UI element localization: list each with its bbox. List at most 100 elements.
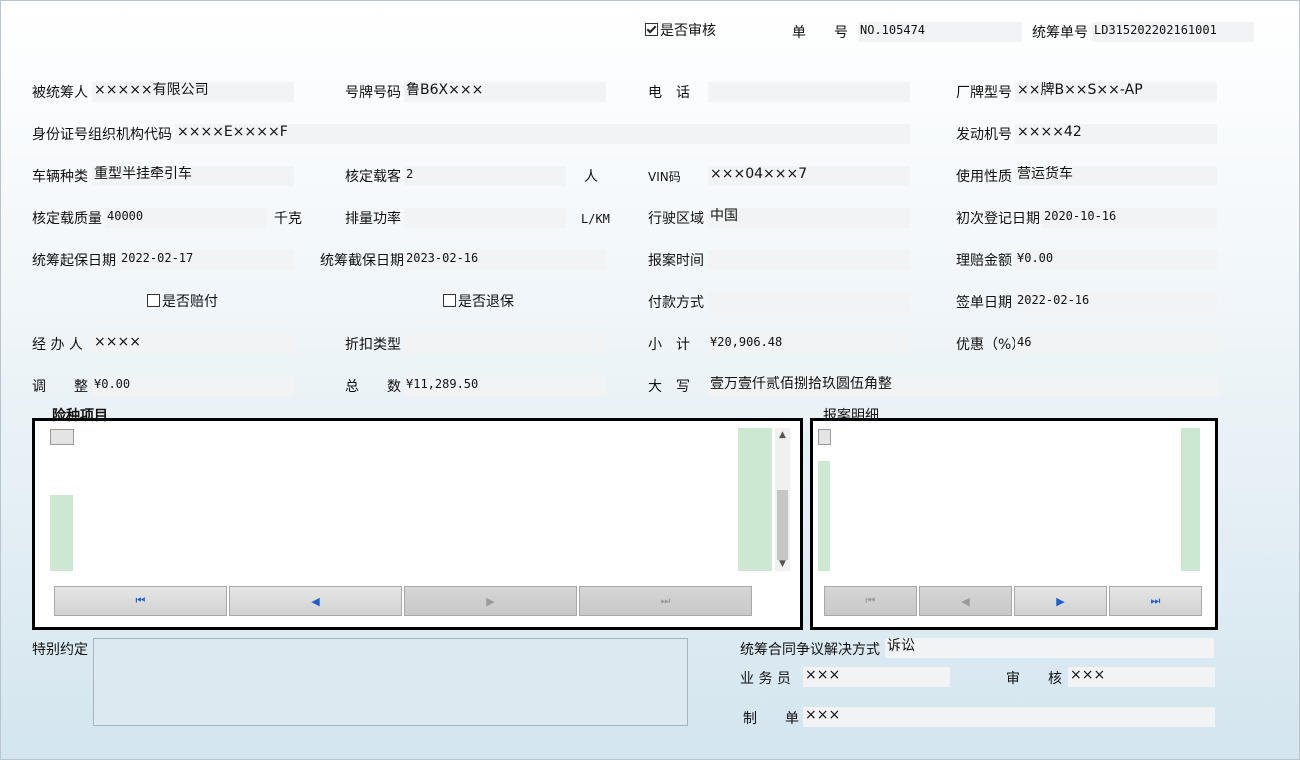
salesman-label: 业 务 员 [740,671,791,687]
next-record-icon: ▶ [486,594,495,608]
coverage-next-button[interactable]: ▶ [404,586,577,616]
grid-column-highlight [738,428,772,571]
sign-date-field[interactable]: 2022-02-16 [1015,292,1217,312]
pool-no-label: 统筹单号 [1032,25,1088,41]
maker-label: 制 单 [743,711,799,727]
coverage-last-button[interactable]: ⏭ [579,586,752,616]
region-label: 行驶区域 [648,211,704,227]
claims-first-button[interactable]: ⏮ [824,586,917,616]
total-label: 总 数 [345,379,401,395]
first-reg-label: 初次登记日期 [956,211,1040,227]
insured-field[interactable]: ×××××有限公司 [92,82,294,102]
paid-checkbox[interactable]: 是否赔付 [147,293,218,311]
claims-panel: ⏮ ◀ ▶ ⏭ [810,418,1218,630]
end-date-field[interactable]: 2023-02-16 [404,250,606,270]
discount-field[interactable]: 46 [1015,334,1217,354]
checkbox-checked-icon [645,23,658,36]
capital-label: 大 写 [648,379,690,395]
grid-corner-button[interactable] [818,429,831,445]
special-terms-textarea[interactable] [93,638,688,726]
displacement-field[interactable] [404,208,566,228]
policy-no-label: 单 号 [792,25,848,41]
policy-no-field[interactable]: NO.105474 [858,22,1022,42]
scroll-up-icon[interactable]: ▲ [775,428,790,442]
auditor-field[interactable]: ××× [1068,667,1215,687]
scroll-down-icon[interactable]: ▼ [775,557,790,571]
displacement-label: 排量功率 [345,211,401,227]
claims-last-button[interactable]: ⏭ [1109,586,1202,616]
first-record-icon: ⏮ [135,594,146,607]
first-reg-field[interactable]: 2020-10-16 [1042,208,1217,228]
maker-field[interactable]: ××× [803,707,1215,727]
grid-column-highlight [1181,428,1200,571]
grid-row-header [50,495,73,571]
start-date-field[interactable]: 2022-02-17 [119,250,294,270]
claim-amount-label: 理赔金额 [956,253,1012,269]
load-field[interactable]: 40000 [105,208,267,228]
handler-field[interactable]: ×××× [92,334,294,354]
total-field[interactable]: ¥11,289.50 [404,376,606,396]
plate-field[interactable]: 鲁B6X××× [404,82,606,102]
engine-field[interactable]: ××××42 [1015,124,1217,144]
coverage-vertical-scrollbar[interactable]: ▲ ▼ [775,428,790,571]
phone-field[interactable] [708,82,910,102]
refund-checkbox-label: 是否退保 [458,294,514,310]
subtotal-field[interactable]: ¥20,906.48 [708,334,910,354]
region-field[interactable]: 中国 [708,208,910,228]
usage-field[interactable]: 营运货车 [1015,166,1217,186]
checkbox-unchecked-icon [443,294,456,307]
start-date-label: 统筹起保日期 [32,253,116,269]
payment-label: 付款方式 [648,295,704,311]
report-time-label: 报案时间 [648,253,704,269]
last-record-icon: ⏭ [660,594,671,607]
vin-field[interactable]: ×××04×××7 [708,166,910,186]
first-record-icon: ⏮ [865,594,876,607]
capital-field[interactable]: 壹万壹仟贰佰捌拾玖圆伍角整 [708,376,1218,396]
last-record-icon: ⏭ [1150,594,1161,607]
displacement-unit: L/KM [581,212,610,226]
refund-checkbox[interactable]: 是否退保 [443,293,514,311]
end-date-label: 统筹截保日期 [320,253,404,269]
coverage-panel-title: 险种项目 [52,408,108,424]
report-time-field[interactable] [708,250,910,270]
subtotal-label: 小 计 [648,337,690,353]
paid-checkbox-label: 是否赔付 [162,294,218,310]
claims-prev-button[interactable]: ◀ [919,586,1012,616]
handler-label: 经 办 人 [32,337,83,353]
id-field[interactable]: ××××E××××F [175,124,910,144]
auditor-label: 审 核 [1006,671,1062,687]
claims-panel-title: 报案明细 [823,408,879,424]
plate-label: 号牌号码 [345,85,401,101]
claim-amount-field[interactable]: ¥0.00 [1015,250,1217,270]
coverage-panel: ▲ ▼ ⏮ ◀ ▶ ⏭ [32,418,803,630]
salesman-field[interactable]: ××× [803,667,950,687]
next-record-icon: ▶ [1056,594,1065,608]
grid-corner-button[interactable] [50,429,74,445]
usage-label: 使用性质 [956,169,1012,185]
prev-record-icon: ◀ [311,594,320,608]
seats-field[interactable]: 2 [404,166,566,186]
audit-checkbox-label: 是否审核 [660,23,716,39]
pool-no-field[interactable]: LD315202202161001 [1092,22,1254,42]
vehicle-type-label: 车辆种类 [32,169,88,185]
seats-label: 核定载客 [345,169,401,185]
checkbox-unchecked-icon [147,294,160,307]
vehicle-type-field[interactable]: 重型半挂牵引车 [92,166,294,186]
adjust-field[interactable]: ¥0.00 [92,376,294,396]
brand-field[interactable]: ××牌B××S××-AP [1015,82,1217,102]
coverage-prev-button[interactable]: ◀ [229,586,402,616]
dispute-field[interactable]: 诉讼 [885,638,1214,658]
coverage-first-button[interactable]: ⏮ [54,586,227,616]
id-label: 身份证号组织机构代码 [32,127,172,143]
claims-next-button[interactable]: ▶ [1014,586,1107,616]
discount-type-label: 折扣类型 [345,337,401,353]
adjust-label: 调 整 [32,379,88,395]
special-terms-label: 特别约定 [32,642,88,658]
phone-label: 电 话 [648,85,690,101]
seats-unit: 人 [584,169,598,185]
discount-type-field[interactable] [404,334,606,354]
payment-field[interactable] [708,292,910,312]
load-label: 核定载质量 [32,211,102,227]
scroll-thumb[interactable] [777,490,788,560]
audit-checkbox[interactable]: 是否审核 [645,22,716,40]
